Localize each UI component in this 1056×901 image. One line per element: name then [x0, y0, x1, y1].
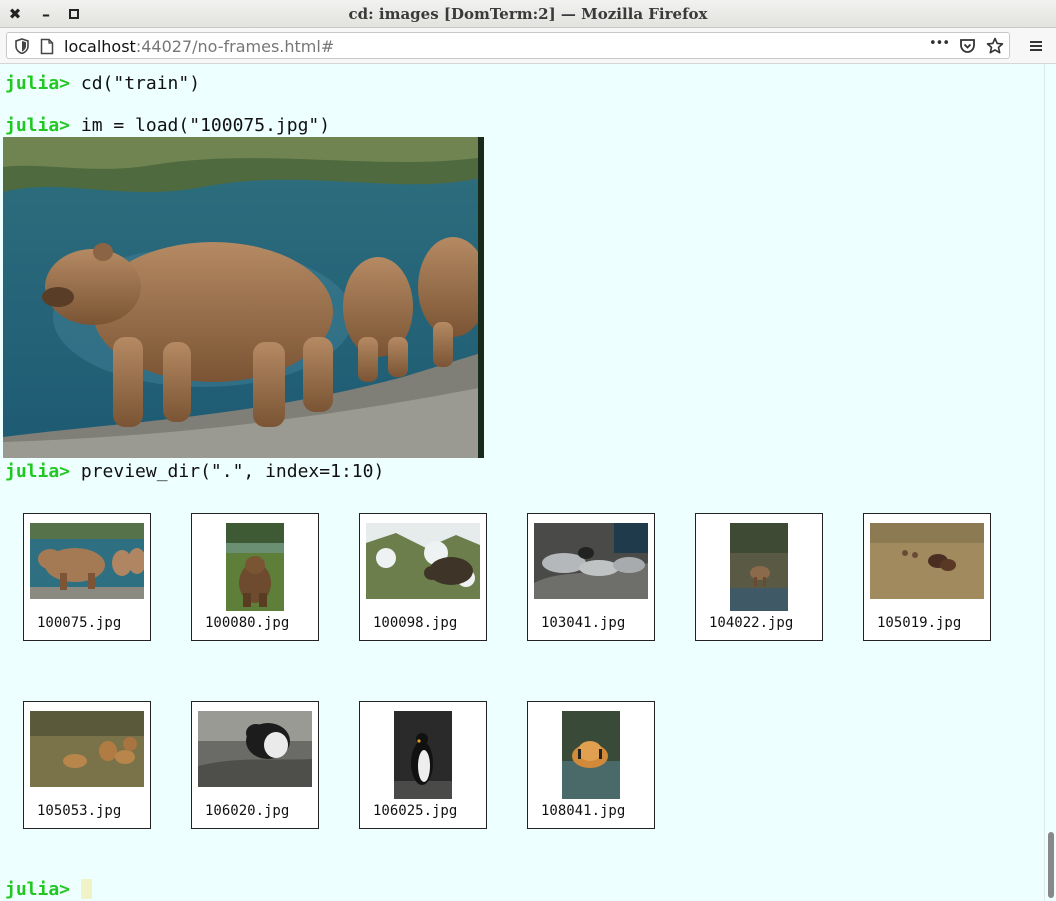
thumbnail-filename: 105053.jpg: [37, 803, 122, 819]
thumbnail-tile[interactable]: 106025.jpg: [359, 701, 487, 829]
bookmark-star-icon[interactable]: [986, 37, 1004, 55]
thumbnail-tile[interactable]: 103041.jpg: [527, 513, 655, 641]
thumbnail-tile[interactable]: 105053.jpg: [23, 701, 151, 829]
thumbnail-image: [394, 711, 452, 799]
thumbnail-image: [730, 523, 788, 611]
julia-prompt: julia>: [5, 879, 81, 900]
command-text: cd("train"): [80, 73, 201, 94]
thumbnail-filename: 100098.jpg: [373, 615, 458, 631]
julia-prompt: julia>: [5, 115, 81, 136]
terminal-input-line[interactable]: julia>: [5, 879, 92, 901]
page-icon: [38, 37, 56, 55]
thumbnail-image: [30, 523, 144, 599]
thumbnail-tile[interactable]: 100080.jpg: [191, 513, 319, 641]
url-path: :44027/no-frames.html#: [135, 37, 335, 56]
terminal-scrollbar[interactable]: [1044, 64, 1056, 901]
scrollbar-thumb[interactable]: [1048, 832, 1054, 898]
thumbnail-tile[interactable]: 104022.jpg: [695, 513, 823, 641]
thumbnail-filename: 103041.jpg: [541, 615, 626, 631]
thumbnail-filename: 100075.jpg: [37, 615, 122, 631]
thumbnail-image: [534, 523, 648, 599]
shield-icon[interactable]: [13, 37, 31, 55]
thumbnail-image: [198, 711, 312, 787]
page-actions-menu-icon[interactable]: •••: [929, 36, 950, 51]
loaded-image-bear: [3, 137, 484, 458]
url-bar[interactable]: localhost:44027/no-frames.html# •••: [6, 32, 1010, 59]
terminal-output[interactable]: julia> cd("train") julia> im = load("100…: [0, 64, 1044, 901]
thumbnail-filename: 106025.jpg: [373, 803, 458, 819]
julia-prompt: julia>: [5, 461, 81, 482]
window-title-bar: ✖ – cd: images [DomTerm:2] — Mozilla Fir…: [0, 0, 1056, 28]
window-title: cd: images [DomTerm:2] — Mozilla Firefox: [348, 5, 708, 23]
julia-prompt: julia>: [5, 73, 81, 94]
thumbnail-filename: 104022.jpg: [709, 615, 794, 631]
pocket-icon[interactable]: [958, 37, 976, 55]
thumbnail-image: [870, 523, 984, 599]
thumbnail-tile[interactable]: 108041.jpg: [527, 701, 655, 829]
thumbnail-image: [562, 711, 620, 799]
url-host: localhost: [64, 37, 136, 56]
thumbnail-tile[interactable]: 105019.jpg: [863, 513, 991, 641]
text-cursor: [80, 879, 92, 899]
browser-nav-bar: localhost:44027/no-frames.html# •••: [0, 28, 1056, 64]
thumbnail-filename: 100080.jpg: [205, 615, 290, 631]
hamburger-menu-icon[interactable]: [1026, 35, 1046, 57]
thumbnail-filename: 105019.jpg: [877, 615, 962, 631]
thumbnail-tile[interactable]: 100098.jpg: [359, 513, 487, 641]
terminal-line-3: julia> preview_dir(".", index=1:10): [5, 461, 384, 483]
url-text[interactable]: localhost:44027/no-frames.html#: [64, 37, 334, 56]
terminal-line-1: julia> cd("train"): [5, 73, 200, 95]
thumbnail-image: [30, 711, 144, 787]
terminal-line-2: julia> im = load("100075.jpg"): [5, 115, 330, 137]
thumbnail-tile[interactable]: 106020.jpg: [191, 701, 319, 829]
command-text: im = load("100075.jpg"): [80, 115, 331, 136]
thumbnail-image: [366, 523, 480, 599]
thumbnail-filename: 106020.jpg: [205, 803, 290, 819]
thumbnail-image: [226, 523, 284, 611]
thumbnail-tile[interactable]: 100075.jpg: [23, 513, 151, 641]
thumbnail-filename: 108041.jpg: [541, 803, 626, 819]
command-text: preview_dir(".", index=1:10): [80, 461, 385, 482]
